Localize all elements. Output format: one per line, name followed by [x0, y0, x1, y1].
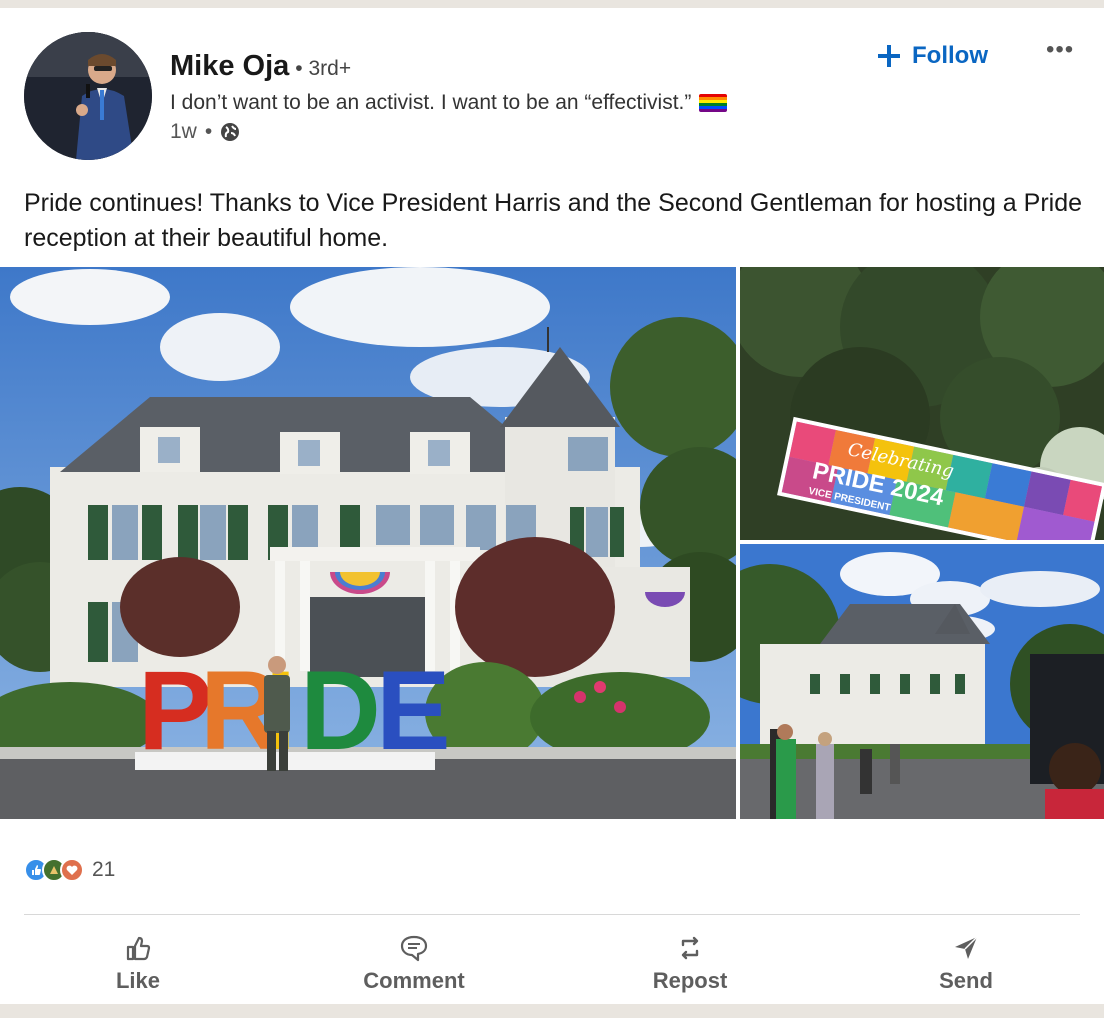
residence-photo: P R I D E — [0, 267, 736, 819]
post-body-text: Pride continues! Thanks to Vice Presiden… — [24, 189, 1083, 252]
comment-label: Comment — [363, 968, 465, 993]
actions-divider — [24, 914, 1080, 915]
follow-button[interactable]: Follow — [876, 42, 988, 70]
repost-button[interactable]: Repost — [552, 924, 828, 1004]
globe-icon — [221, 123, 240, 141]
plus-icon — [878, 45, 900, 67]
author-avatar[interactable] — [24, 32, 152, 160]
author-name[interactable]: Mike Oja — [170, 50, 289, 83]
love-reaction-icon — [60, 858, 84, 882]
comment-button[interactable]: Comment — [276, 924, 552, 1004]
rainbow-flag-icon — [699, 94, 728, 112]
reaction-count: 21 — [92, 858, 116, 881]
post-image-sign[interactable]: Celebrating PRIDE 2024 VICE PRESIDENT — [740, 267, 1104, 540]
repost-label: Repost — [652, 968, 728, 993]
post-image-lawn[interactable] — [740, 544, 1104, 819]
meta-separator: • — [204, 120, 213, 143]
comment-icon — [400, 935, 428, 962]
pride-sign-photo: Celebrating PRIDE 2024 VICE PRESIDENT — [740, 267, 1104, 540]
post-time: 1w — [170, 120, 197, 143]
send-button[interactable]: Send — [828, 924, 1104, 1004]
author-name-row: Mike Oja • 3rd+ — [170, 50, 351, 83]
thumbs-up-icon — [126, 936, 151, 961]
pride-letter-e: E — [376, 648, 451, 773]
post-meta: 1w • — [170, 120, 240, 144]
connection-degree: • 3rd+ — [295, 57, 352, 80]
like-button[interactable]: Like — [0, 924, 276, 1004]
more-options-icon[interactable]: ••• — [1046, 36, 1074, 64]
post-action-bar: Like Comment Repost Send — [0, 924, 1104, 1004]
pride-letter-d: D — [300, 648, 381, 773]
author-headline-text: I don’t want to be an activist. I want t… — [170, 91, 692, 114]
send-label: Send — [939, 968, 993, 993]
repost-icon — [681, 936, 699, 960]
lawn-photo — [740, 544, 1104, 819]
avatar-photo — [24, 32, 152, 160]
like-label: Like — [115, 968, 161, 993]
reactions-summary[interactable]: 21 — [24, 858, 115, 882]
follow-label: Follow — [912, 42, 988, 69]
send-icon — [955, 936, 978, 959]
post-image-residence[interactable]: P R I D E — [0, 267, 736, 819]
feed-post-card: Mike Oja • 3rd+ I don’t want to be an ac… — [0, 8, 1104, 1004]
author-headline: I don’t want to be an activist. I want t… — [170, 91, 728, 115]
